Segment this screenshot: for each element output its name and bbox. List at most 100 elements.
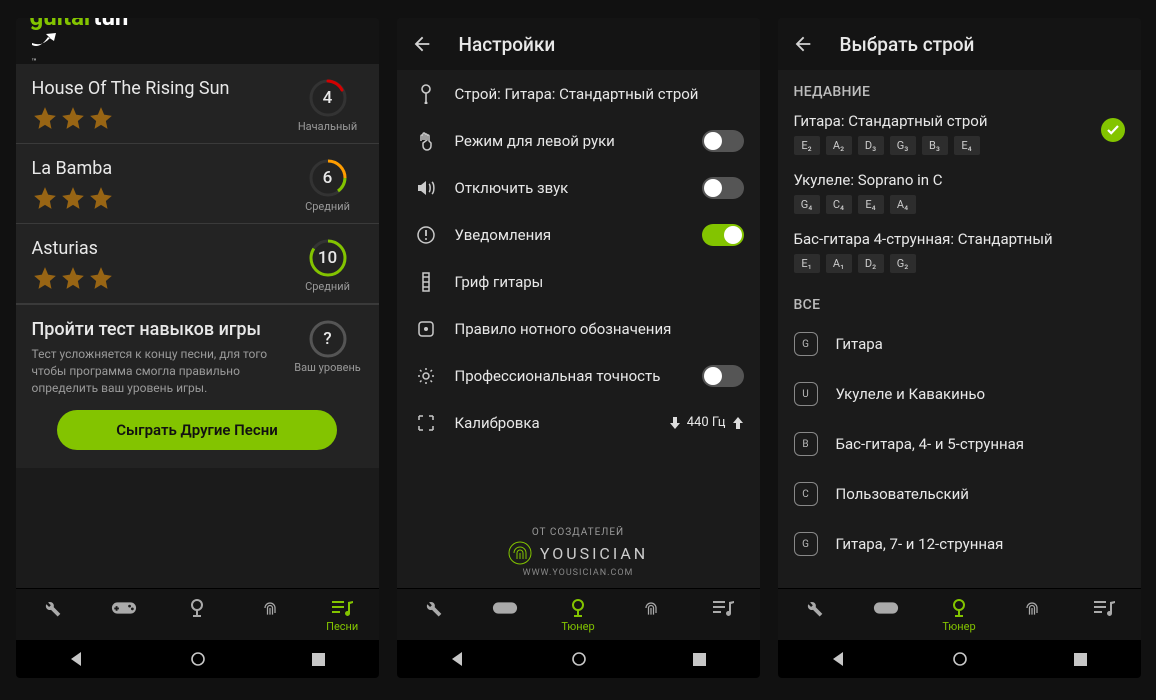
yousician-url: WWW.YOUSICIAN.COM <box>397 568 760 578</box>
nav-back-icon[interactable] <box>830 650 848 668</box>
screen-tuning-picker: Выбрать строй НЕДАВНИЕ Гитара: Стандартн… <box>778 18 1141 678</box>
tab-games[interactable] <box>856 598 916 632</box>
setting-label: Калибровка <box>455 414 669 432</box>
song-stars <box>32 185 114 211</box>
song-row[interactable]: House Of The Rising Sun 4 Начальный <box>16 64 379 144</box>
arrow-up-icon[interactable] <box>732 417 744 429</box>
tuning-row[interactable]: Укулеле: Soprano in C G₄ C₄ E₄ A₄ <box>778 165 1141 224</box>
tuning-peg-icon <box>411 84 441 104</box>
category-badge: G <box>794 332 818 356</box>
setting-notifications[interactable]: Уведомления <box>397 211 760 258</box>
category-name: Гитара, 7- и 12-струнная <box>836 535 1004 553</box>
setting-pro-accuracy[interactable]: Профессиональная точность <box>397 352 760 399</box>
nav-recent-icon[interactable] <box>692 652 707 667</box>
setting-tuning[interactable]: Строй: Гитара: Стандартный строй <box>397 70 760 117</box>
tuning-name: Укулеле: Soprano in C <box>794 171 943 189</box>
tuning-category[interactable]: C Пользовательский <box>778 469 1141 519</box>
setting-notation[interactable]: Правило нотного обозначения <box>397 305 760 352</box>
gamepad-icon <box>873 598 899 618</box>
playlist-icon <box>330 598 354 618</box>
tuner-icon <box>187 598 207 618</box>
skill-badge: ? <box>308 319 348 359</box>
category-badge: B <box>794 432 818 456</box>
tuning-row[interactable]: Гитара: Стандартный строй E₂ A₂ D₃ G₃ B₃… <box>778 106 1141 165</box>
tuning-category[interactable]: B Бас-гитара, 4- и 5-струнная <box>778 419 1141 469</box>
nav-back-icon[interactable] <box>68 650 86 668</box>
check-icon <box>1101 118 1125 142</box>
tab-games[interactable] <box>475 598 535 632</box>
nav-home-icon[interactable] <box>952 651 968 667</box>
gamepad-icon <box>492 598 518 618</box>
setting-calibration[interactable]: Калибровка 440 Гц <box>397 399 760 446</box>
setting-mute[interactable]: Отключить звук <box>397 164 760 211</box>
tab-songs[interactable] <box>693 598 753 632</box>
toggle-mute[interactable] <box>702 177 744 199</box>
song-title: La Bamba <box>32 158 114 179</box>
tuning-row[interactable]: Бас-гитара 4-струнная: Стандартный E₁ A₁… <box>778 224 1141 283</box>
tuning-name: Гитара: Стандартный строй <box>794 112 988 130</box>
tuning-category[interactable]: G Гитара, 7- и 12-струнная <box>778 519 1141 569</box>
tab-label: Песни <box>326 620 358 632</box>
bottom-tabbar: Песни <box>16 588 379 640</box>
fingerprint-icon <box>640 598 662 618</box>
android-navbar <box>397 640 760 678</box>
guitar-neck-icon <box>411 272 441 292</box>
tab-songs[interactable]: Песни <box>312 598 372 632</box>
skill-test-card[interactable]: Пройти тест навыков игры Тест усложняетс… <box>16 304 379 468</box>
chords-badge: 6 <box>308 158 348 198</box>
toggle-notifications[interactable] <box>702 224 744 246</box>
nav-home-icon[interactable] <box>190 651 206 667</box>
setting-label: Правило нотного обозначения <box>455 320 744 338</box>
nav-home-icon[interactable] <box>571 651 587 667</box>
android-navbar <box>778 640 1141 678</box>
song-list[interactable]: House Of The Rising Sun 4 Начальный <box>16 64 379 588</box>
setting-label: Уведомления <box>455 226 702 244</box>
tab-chords[interactable] <box>621 598 681 632</box>
setting-fretboard[interactable]: Гриф гитары <box>397 258 760 305</box>
playlist-icon <box>711 598 735 618</box>
song-level: Начальный <box>298 120 357 133</box>
song-row[interactable]: La Bamba 6 Средний <box>16 144 379 224</box>
tuning-list[interactable]: НЕДАВНИЕ Гитара: Стандартный строй E₂ A₂… <box>778 70 1141 588</box>
chords-badge: 4 <box>308 78 348 118</box>
song-row[interactable]: Asturias 10 Средний <box>16 224 379 304</box>
tab-songs[interactable] <box>1074 598 1134 632</box>
screen-settings: Настройки Строй: Гитара: Стандартный стр… <box>397 18 760 678</box>
play-other-songs-button[interactable]: Сыграть Другие Песни <box>57 410 337 450</box>
calibration-value: 440 Гц <box>687 415 726 430</box>
back-button[interactable] <box>411 33 433 55</box>
song-title: Asturias <box>32 238 114 259</box>
arrow-down-icon[interactable] <box>669 417 681 429</box>
tab-tools[interactable] <box>784 598 844 632</box>
nav-recent-icon[interactable] <box>1073 652 1088 667</box>
app-logo-bar: guitartun™ <box>16 18 379 64</box>
tuning-category[interactable]: G Гитара <box>778 319 1141 369</box>
tuning-notes: G₄ C₄ E₄ A₄ <box>794 195 943 214</box>
setting-left-hand[interactable]: Режим для левой руки <box>397 117 760 164</box>
logo-part1: guitar <box>30 18 94 31</box>
calibration-control[interactable]: 440 Гц <box>669 415 744 430</box>
nav-recent-icon[interactable] <box>311 652 326 667</box>
android-navbar <box>16 640 379 678</box>
tuning-category[interactable]: U Укулеле и Кавакиньо <box>778 369 1141 419</box>
toggle-left-hand[interactable] <box>702 130 744 152</box>
tab-tuner[interactable]: Тюнер <box>929 598 989 632</box>
tab-tools[interactable] <box>403 598 463 632</box>
setting-label: Гриф гитары <box>455 273 744 291</box>
gear-icon <box>411 367 441 385</box>
wrench-icon <box>803 598 825 618</box>
back-button[interactable] <box>792 33 814 55</box>
tab-chords[interactable] <box>240 598 300 632</box>
category-name: Бас-гитара, 4- и 5-струнная <box>836 435 1025 453</box>
setting-label: Режим для левой руки <box>455 132 702 150</box>
tab-tools[interactable] <box>22 598 82 632</box>
tab-games[interactable] <box>94 598 154 632</box>
tab-chords[interactable] <box>1002 598 1062 632</box>
tab-tuner[interactable] <box>167 598 227 632</box>
tuning-title-bar: Выбрать строй <box>778 18 1141 70</box>
wrench-icon <box>422 598 444 618</box>
nav-back-icon[interactable] <box>449 650 467 668</box>
tuning-title: Выбрать строй <box>840 33 975 56</box>
toggle-pro-accuracy[interactable] <box>702 365 744 387</box>
tab-tuner[interactable]: Тюнер <box>548 598 608 632</box>
